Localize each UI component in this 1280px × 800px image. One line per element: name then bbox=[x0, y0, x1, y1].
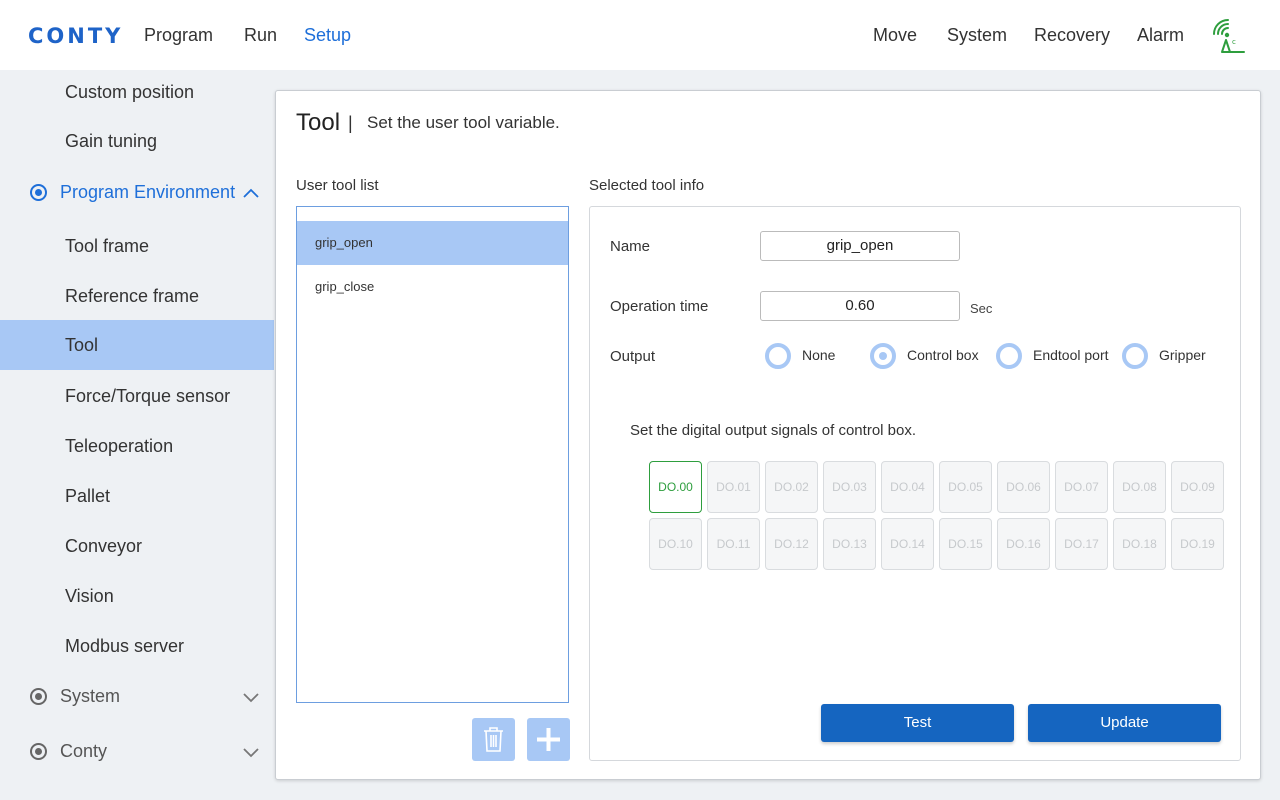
name-label: Name bbox=[610, 238, 651, 255]
trash-icon bbox=[484, 727, 503, 752]
sidebar-item-vision[interactable]: Vision bbox=[0, 571, 274, 621]
option-label: Gripper bbox=[1159, 347, 1206, 363]
radio-icon bbox=[765, 343, 791, 369]
nav-program[interactable]: Program bbox=[144, 25, 213, 46]
nav-run[interactable]: Run bbox=[244, 25, 277, 46]
do-signal-button[interactable]: DO.15 bbox=[939, 518, 992, 570]
do-signal-button[interactable]: DO.11 bbox=[707, 518, 760, 570]
selected-tool-info-label: Selected tool info bbox=[589, 177, 705, 194]
add-button[interactable] bbox=[527, 718, 570, 761]
chevron-up-icon bbox=[243, 188, 259, 198]
digital-output-hint: Set the digital output signals of contro… bbox=[630, 422, 917, 439]
operation-time-label: Operation time bbox=[610, 298, 709, 315]
operation-time-unit: Sec bbox=[970, 301, 993, 316]
delete-button[interactable] bbox=[472, 718, 515, 761]
do-signal-button[interactable]: DO.18 bbox=[1113, 518, 1166, 570]
radio-icon bbox=[996, 343, 1022, 369]
do-signal-button[interactable]: DO.02 bbox=[765, 461, 818, 513]
radio-selected-icon bbox=[870, 343, 896, 369]
top-bar: CONTY Program Run Setup Move System Reco… bbox=[0, 0, 1280, 70]
list-item-grip-open[interactable]: grip_open bbox=[297, 221, 568, 265]
chevron-down-icon bbox=[243, 693, 259, 703]
sidebar-item-tool[interactable]: Tool bbox=[0, 320, 274, 370]
update-button[interactable]: Update bbox=[1028, 704, 1221, 742]
radio-icon bbox=[30, 688, 47, 705]
conty-logo: CONTY bbox=[28, 24, 124, 48]
radio-selected-icon bbox=[30, 184, 47, 201]
sidebar-category-label: Conty bbox=[60, 741, 108, 761]
sidebar-category-conty[interactable]: Conty bbox=[0, 731, 274, 771]
do-signal-button[interactable]: DO.08 bbox=[1113, 461, 1166, 513]
do-signal-button[interactable]: DO.17 bbox=[1055, 518, 1108, 570]
do-signal-button[interactable]: DO.00 bbox=[649, 461, 702, 513]
do-signal-button[interactable]: DO.03 bbox=[823, 461, 876, 513]
svg-text:c: c bbox=[1232, 38, 1236, 46]
option-label: Control box bbox=[907, 347, 979, 363]
sidebar-category-label: Program Environment bbox=[60, 182, 236, 202]
sidebar-category-system[interactable]: System bbox=[0, 676, 274, 716]
sidebar-item-pallet[interactable]: Pallet bbox=[0, 471, 274, 521]
sidebar-category-label: System bbox=[60, 686, 121, 706]
do-signal-button[interactable]: DO.05 bbox=[939, 461, 992, 513]
output-label: Output bbox=[610, 348, 656, 365]
list-item-grip-close[interactable]: grip_close bbox=[297, 265, 568, 309]
title-separator: | bbox=[348, 113, 353, 133]
name-field[interactable]: grip_open bbox=[760, 231, 960, 261]
operation-time-field[interactable]: 0.60 bbox=[760, 291, 960, 321]
sidebar-item-custom-position[interactable]: Custom position bbox=[0, 70, 274, 117]
sidebar-item-tool-frame[interactable]: Tool frame bbox=[0, 221, 274, 271]
chevron-down-icon bbox=[243, 748, 259, 758]
do-signal-button[interactable]: DO.01 bbox=[707, 461, 760, 513]
do-signal-button[interactable]: DO.06 bbox=[997, 461, 1050, 513]
nav-alarm[interactable]: Alarm bbox=[1137, 25, 1184, 46]
do-signal-button[interactable]: DO.19 bbox=[1171, 518, 1224, 570]
page-title: Tool bbox=[296, 109, 341, 136]
do-signal-button[interactable]: DO.12 bbox=[765, 518, 818, 570]
nav-setup[interactable]: Setup bbox=[304, 25, 351, 46]
sidebar-item-reference-frame[interactable]: Reference frame bbox=[0, 271, 274, 321]
user-tool-list: grip_open grip_close bbox=[296, 206, 569, 703]
sidebar-item-gain-tuning[interactable]: Gain tuning bbox=[0, 116, 274, 166]
tool-panel: Tool | Set the user tool variable. User … bbox=[275, 90, 1261, 780]
radio-icon bbox=[1122, 343, 1148, 369]
nav-system[interactable]: System bbox=[947, 25, 1007, 46]
do-signal-button[interactable]: DO.13 bbox=[823, 518, 876, 570]
do-signal-button[interactable]: DO.16 bbox=[997, 518, 1050, 570]
radio-icon bbox=[30, 743, 47, 760]
nav-recovery[interactable]: Recovery bbox=[1034, 25, 1110, 46]
test-button[interactable]: Test bbox=[821, 704, 1014, 742]
selected-tool-info: Name grip_open Operation time 0.60 Sec O… bbox=[589, 206, 1241, 761]
page-description: Set the user tool variable. bbox=[367, 113, 560, 132]
user-tool-list-label: User tool list bbox=[296, 177, 379, 194]
do-signal-button[interactable]: DO.09 bbox=[1171, 461, 1224, 513]
plus-icon bbox=[537, 728, 560, 751]
do-signal-button[interactable]: DO.04 bbox=[881, 461, 934, 513]
sidebar-category-program-environment[interactable]: Program Environment bbox=[0, 172, 274, 212]
do-signal-button[interactable]: DO.10 bbox=[649, 518, 702, 570]
sidebar: Custom position Gain tuning Program Envi… bbox=[0, 70, 274, 800]
sidebar-item-modbus-server[interactable]: Modbus server bbox=[0, 621, 274, 671]
sidebar-item-conveyor[interactable]: Conveyor bbox=[0, 521, 274, 571]
do-signal-button[interactable]: DO.14 bbox=[881, 518, 934, 570]
sidebar-item-force-torque-sensor[interactable]: Force/Torque sensor bbox=[0, 371, 274, 421]
do-signal-button[interactable]: DO.07 bbox=[1055, 461, 1108, 513]
option-label: Endtool port bbox=[1033, 347, 1109, 363]
sidebar-item-teleoperation[interactable]: Teleoperation bbox=[0, 421, 274, 471]
option-label: None bbox=[802, 347, 836, 363]
nav-move[interactable]: Move bbox=[873, 25, 917, 46]
wifi-signal-icon[interactable]: c bbox=[1210, 18, 1246, 54]
